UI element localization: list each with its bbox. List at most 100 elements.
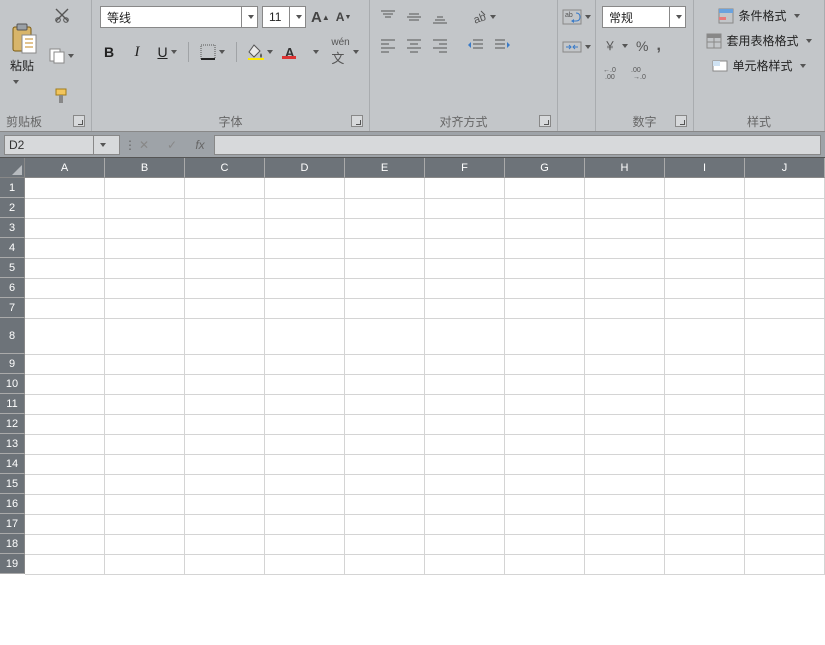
cell[interactable] bbox=[265, 238, 345, 258]
row-header[interactable]: 7 bbox=[0, 298, 25, 318]
cell[interactable] bbox=[25, 278, 105, 298]
cell[interactable] bbox=[425, 414, 505, 434]
cell[interactable] bbox=[744, 374, 824, 394]
cell[interactable] bbox=[585, 474, 665, 494]
cell[interactable] bbox=[665, 554, 745, 574]
cell[interactable] bbox=[265, 298, 345, 318]
cell[interactable] bbox=[105, 278, 185, 298]
cell[interactable] bbox=[585, 534, 665, 554]
font-size-dropdown[interactable] bbox=[289, 7, 305, 27]
cell[interactable] bbox=[25, 238, 105, 258]
cell-reference-input[interactable] bbox=[5, 138, 93, 152]
cell[interactable] bbox=[665, 238, 745, 258]
cell[interactable] bbox=[585, 454, 665, 474]
cell[interactable] bbox=[505, 178, 585, 198]
cell[interactable] bbox=[585, 298, 665, 318]
cell[interactable] bbox=[25, 454, 105, 474]
wrap-text-button[interactable]: ab bbox=[561, 8, 592, 26]
cell[interactable] bbox=[25, 494, 105, 514]
cell[interactable] bbox=[665, 454, 745, 474]
align-bottom-button[interactable] bbox=[430, 8, 450, 26]
cut-button[interactable] bbox=[48, 6, 75, 24]
cell[interactable] bbox=[25, 318, 105, 354]
name-box[interactable] bbox=[4, 135, 120, 155]
font-name-dropdown[interactable] bbox=[241, 7, 257, 27]
cell[interactable] bbox=[665, 178, 745, 198]
bold-button[interactable]: B bbox=[100, 43, 118, 61]
cell[interactable] bbox=[425, 554, 505, 574]
cell[interactable] bbox=[744, 198, 824, 218]
font-dialog-launcher[interactable] bbox=[351, 115, 363, 127]
align-left-button[interactable] bbox=[378, 36, 398, 54]
cell[interactable] bbox=[585, 178, 665, 198]
row-header[interactable]: 15 bbox=[0, 474, 25, 494]
cell[interactable] bbox=[265, 434, 345, 454]
cell[interactable] bbox=[505, 514, 585, 534]
select-all-corner[interactable] bbox=[0, 158, 25, 178]
cell[interactable] bbox=[265, 394, 345, 414]
italic-button[interactable]: I bbox=[128, 43, 146, 62]
cell[interactable] bbox=[25, 514, 105, 534]
cell[interactable] bbox=[265, 414, 345, 434]
cell[interactable] bbox=[585, 374, 665, 394]
cell[interactable] bbox=[25, 198, 105, 218]
cell[interactable] bbox=[585, 494, 665, 514]
row-header[interactable]: 2 bbox=[0, 198, 25, 218]
conditional-format-button[interactable]: 条件格式 bbox=[700, 6, 818, 25]
column-header[interactable]: C bbox=[185, 158, 265, 178]
cell[interactable] bbox=[105, 218, 185, 238]
cell[interactable] bbox=[744, 178, 824, 198]
cell[interactable] bbox=[265, 374, 345, 394]
merge-cells-button[interactable] bbox=[561, 38, 592, 56]
number-dialog-launcher[interactable] bbox=[675, 115, 687, 127]
column-header[interactable]: F bbox=[425, 158, 505, 178]
cell[interactable] bbox=[105, 514, 185, 534]
align-middle-button[interactable] bbox=[404, 8, 424, 26]
cell[interactable] bbox=[744, 394, 824, 414]
cell[interactable] bbox=[585, 554, 665, 574]
cell[interactable] bbox=[425, 514, 505, 534]
cell[interactable] bbox=[505, 554, 585, 574]
cell[interactable] bbox=[505, 394, 585, 414]
cell[interactable] bbox=[505, 434, 585, 454]
cell[interactable] bbox=[105, 298, 185, 318]
column-header[interactable]: J bbox=[745, 158, 825, 178]
cell[interactable] bbox=[744, 434, 824, 454]
cell[interactable] bbox=[425, 198, 505, 218]
cell[interactable] bbox=[265, 218, 345, 238]
cell[interactable] bbox=[665, 434, 745, 454]
cell[interactable] bbox=[105, 494, 185, 514]
column-header[interactable]: D bbox=[265, 158, 345, 178]
cell[interactable] bbox=[265, 318, 345, 354]
row-header[interactable]: 8 bbox=[0, 318, 25, 354]
cell[interactable] bbox=[265, 354, 345, 374]
copy-button[interactable] bbox=[48, 47, 75, 65]
cell[interactable] bbox=[425, 454, 505, 474]
cell[interactable] bbox=[505, 454, 585, 474]
row-header[interactable]: 10 bbox=[0, 374, 25, 394]
decrease-font-button[interactable]: A▼ bbox=[335, 9, 353, 25]
row-header[interactable]: 12 bbox=[0, 414, 25, 434]
row-header[interactable]: 4 bbox=[0, 238, 25, 258]
row-header[interactable]: 5 bbox=[0, 258, 25, 278]
cell[interactable] bbox=[345, 494, 425, 514]
cell[interactable] bbox=[425, 238, 505, 258]
percent-button[interactable]: % bbox=[635, 37, 649, 55]
cell[interactable] bbox=[265, 454, 345, 474]
cell[interactable] bbox=[744, 298, 824, 318]
cell[interactable] bbox=[425, 354, 505, 374]
cell[interactable] bbox=[505, 198, 585, 218]
row-header[interactable]: 11 bbox=[0, 394, 25, 414]
cell[interactable] bbox=[345, 474, 425, 494]
cell[interactable] bbox=[185, 218, 265, 238]
cell[interactable] bbox=[744, 278, 824, 298]
cell[interactable] bbox=[665, 278, 745, 298]
cell[interactable] bbox=[425, 474, 505, 494]
cell[interactable] bbox=[105, 198, 185, 218]
cell[interactable] bbox=[345, 318, 425, 354]
cell[interactable] bbox=[105, 534, 185, 554]
cell[interactable] bbox=[505, 238, 585, 258]
cell[interactable] bbox=[345, 454, 425, 474]
cell[interactable] bbox=[585, 258, 665, 278]
formula-input[interactable] bbox=[214, 135, 821, 155]
